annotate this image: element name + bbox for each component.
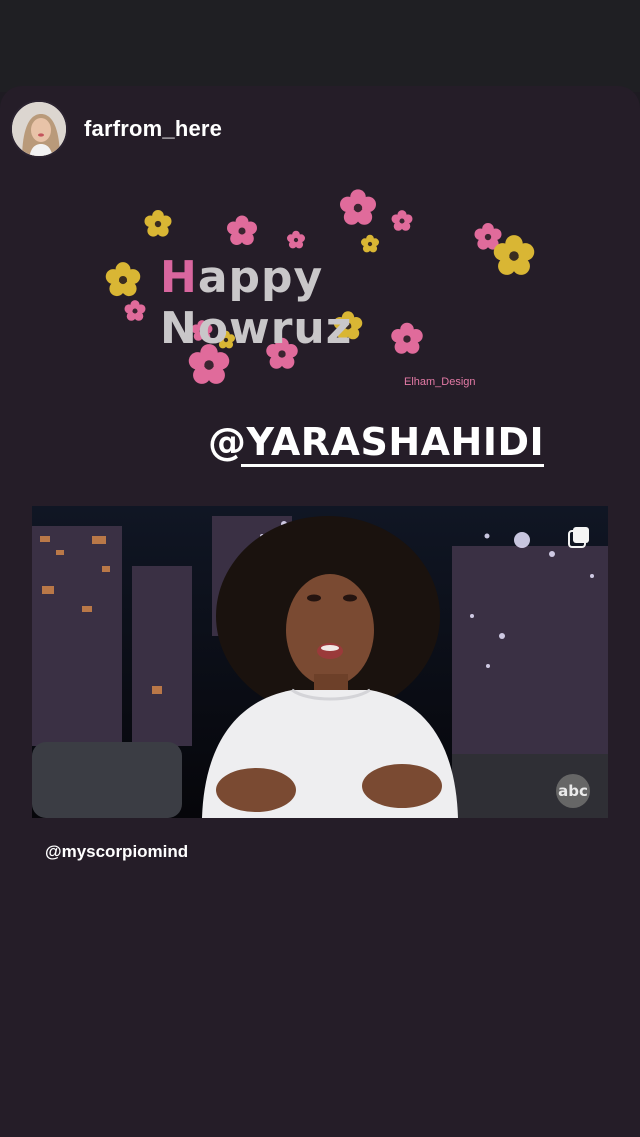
mention-at-sign: @ — [208, 420, 247, 464]
mention-sticker[interactable]: @YARASHAHIDI — [208, 420, 545, 467]
mention-underline — [241, 464, 545, 467]
flower-icon — [227, 215, 257, 245]
flower-icon — [493, 235, 535, 275]
flower-icon — [391, 210, 413, 231]
shared-video[interactable]: abc — [32, 506, 608, 818]
designer-signature: Elham_Design — [404, 376, 476, 388]
flower-icon — [361, 234, 379, 253]
avatar[interactable] — [10, 100, 68, 158]
network-logo-icon: abc — [556, 774, 590, 808]
status-bar-area — [0, 0, 640, 92]
nowruz-greeting-sticker: Happy Nowruz Elham_Design — [90, 178, 550, 398]
multiple-posts-icon — [568, 527, 589, 548]
greeting-first-letter: H — [160, 252, 198, 303]
story-username[interactable]: farfrom_here — [84, 116, 222, 142]
flower-icon — [287, 230, 305, 249]
video-credit-mention[interactable]: @myscorpiomind — [45, 842, 188, 862]
flower-icon — [144, 210, 172, 237]
flower-icon — [340, 189, 376, 225]
flower-icon — [124, 300, 146, 321]
mention-username: YARASHAHIDI — [246, 420, 545, 464]
greeting-text: Happy Nowruz — [160, 252, 480, 354]
flower-icon — [105, 262, 141, 297]
